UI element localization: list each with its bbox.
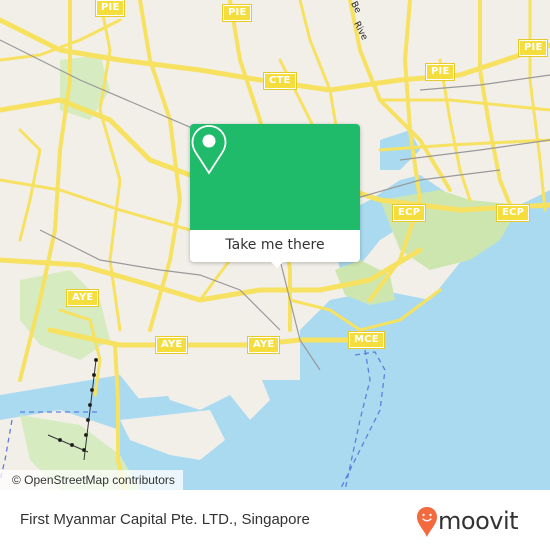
place-name: First Myanmar Capital Pte. LTD., Singapo… [20,511,310,528]
road-shield-aye: AYE [246,336,281,354]
location-popup: Take me there [190,124,360,268]
popup-header [190,124,360,230]
map-pin-icon [191,125,227,175]
take-me-there-button[interactable]: Take me there [190,230,360,262]
road [98,0,122,332]
road-shield-pie: PIE [424,63,456,81]
road-shield-mce: MCE [348,331,385,349]
road-shield-ecp: ECP [391,204,427,222]
road-shield-cte: CTE [263,72,297,90]
road [528,0,547,212]
moovit-logo-icon [417,507,437,537]
road-shield-ecp: ECP [495,204,531,222]
road-shield-pie: PIE [94,0,126,17]
road-shield-pie: PIE [221,4,253,22]
road [0,18,122,62]
road-shield-aye: AYE [65,289,100,307]
moovit-brand: moovit [438,507,519,535]
road [378,98,550,112]
road-shield-pie: PIE [517,39,549,57]
popup-pointer [269,260,285,268]
road-shield-aye: AYE [154,336,189,354]
map-attribution[interactable]: © OpenStreetMap contributors [0,470,183,490]
map[interactable]: PIE PIE PIE PIE CTE ECP ECP AYE AYE AYE … [0,0,550,490]
